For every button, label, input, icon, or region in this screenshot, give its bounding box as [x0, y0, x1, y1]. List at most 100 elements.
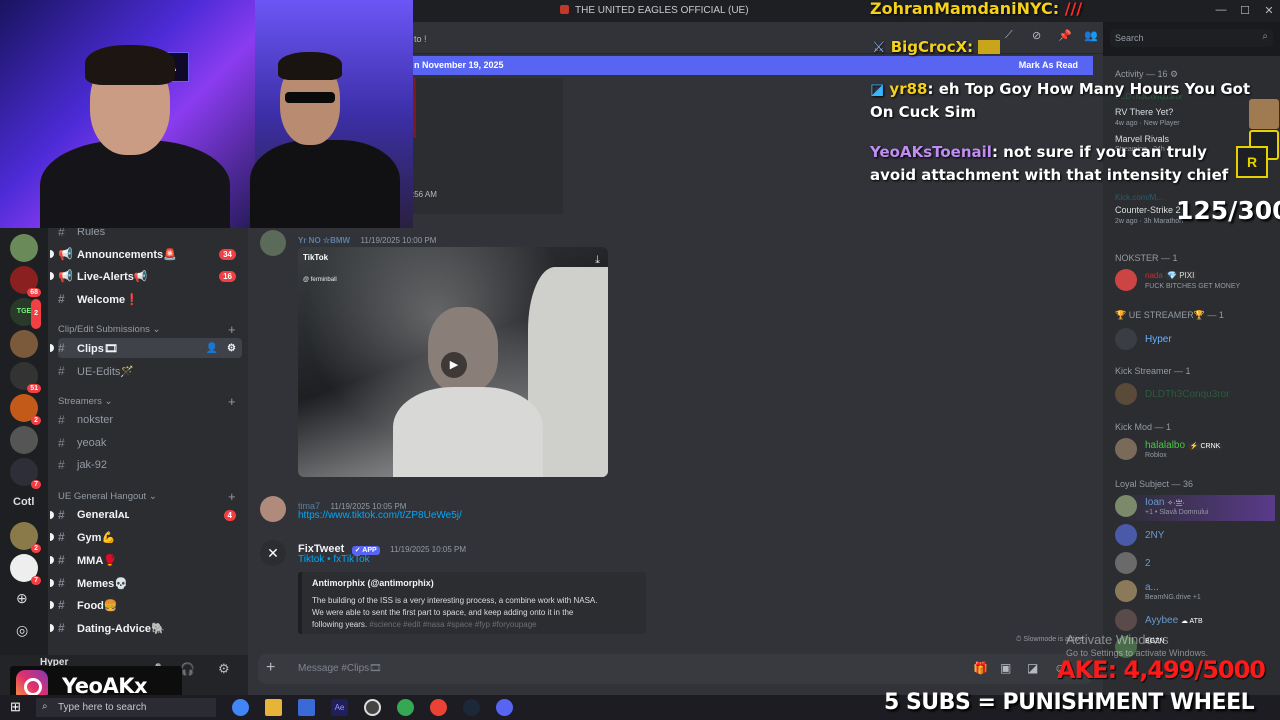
channel-gym[interactable]: # Gym💪 — [50, 527, 242, 547]
hash-icon: # — [58, 598, 65, 612]
role-header: 🏆 UE STREAMER🏆 — 1 — [1115, 310, 1224, 320]
server-icon[interactable] — [10, 426, 38, 454]
gear-icon[interactable]: ⚙ — [227, 343, 236, 354]
minimize-button[interactable]: — — [1210, 4, 1232, 16]
add-server-icon[interactable]: ⊕ — [16, 590, 28, 607]
member-item[interactable]: nada 💎 PIXI FUCK BITCHES GET MONEY — [1115, 269, 1275, 295]
notification-icon[interactable]: ⊘ — [1032, 29, 1041, 42]
server-icon[interactable]: 7 — [10, 458, 41, 489]
headphones-icon[interactable]: 🎧 — [180, 662, 195, 676]
server-folder-icon[interactable]: 51 — [10, 362, 41, 393]
member-list-icon[interactable]: 👥 — [1084, 29, 1098, 42]
maximize-button[interactable]: ☐ — [1234, 4, 1256, 17]
channel-rules[interactable]: # Rules — [58, 228, 242, 242]
create-channel-icon[interactable]: + — [228, 322, 236, 337]
play-icon[interactable]: ▶ — [441, 352, 467, 378]
search-box[interactable]: Search ⌕ — [1110, 29, 1273, 47]
role-header: NOKSTER — 1 — [1115, 253, 1178, 263]
message-composer[interactable]: + Message #Clips🎞 🎁 ▣ ◪ ☺ — [258, 654, 1093, 684]
channel-jak-92[interactable]: # jak-92 — [58, 455, 242, 475]
channel-welcome[interactable]: # Welcome❗ — [58, 289, 242, 309]
sticker-icon[interactable]: ◪ — [1027, 661, 1038, 675]
embed-author[interactable]: Antimorphix (@antimorphix) — [312, 578, 434, 588]
discover-icon[interactable]: ◎ — [16, 622, 28, 639]
message-time: 11/19/2025 10:05 PM — [390, 545, 467, 554]
message-author[interactable]: Yr NO ☆BMW — [298, 236, 350, 245]
server-icon[interactable] — [10, 234, 38, 262]
member-item[interactable]: 2 — [1115, 552, 1275, 578]
hash-icon: # — [58, 621, 65, 635]
channel-announcements[interactable]: 📢 Announcements🚨 34 — [50, 244, 242, 264]
settings-gear-icon[interactable]: ⚙ — [218, 661, 230, 677]
member-item[interactable]: 2NY — [1115, 524, 1275, 550]
add-attachment-icon[interactable]: + — [266, 659, 275, 677]
server-icon[interactable] — [10, 330, 38, 358]
create-channel-icon[interactable]: + — [228, 394, 236, 409]
channel-mma[interactable]: # MMA🥊 — [50, 550, 242, 570]
channel-nokster[interactable]: # nokster — [58, 410, 242, 430]
chrome-icon[interactable] — [232, 699, 249, 716]
channel-name: MMA🥊 — [77, 554, 117, 567]
create-channel-icon[interactable]: + — [228, 489, 236, 504]
avatar[interactable] — [260, 230, 286, 256]
pin-icon[interactable]: 📌 — [1058, 29, 1072, 42]
download-icon[interactable]: ⤓ — [595, 254, 600, 267]
server-badge: 7 — [31, 480, 41, 489]
close-button[interactable]: ✕ — [1258, 4, 1280, 17]
threads-icon[interactable]: ⟋ — [1005, 29, 1013, 42]
new-messages-bar[interactable]: n November 19, 2025 Mark As Read — [408, 56, 1093, 75]
file-explorer-icon[interactable] — [265, 699, 282, 716]
category-streamers[interactable]: Streamers ⌄ — [58, 396, 112, 407]
hash-icon: # — [58, 364, 65, 378]
store-icon[interactable] — [298, 699, 315, 716]
gift-icon[interactable]: 🎁 — [973, 661, 988, 675]
member-item[interactable]: Ioan ✧·亗· +1 • Slavă Domnului — [1115, 495, 1275, 521]
streamer-figure — [278, 52, 342, 80]
windows-start-icon[interactable]: ⊞ — [10, 699, 21, 715]
discord-icon[interactable] — [496, 699, 513, 716]
invite-icon[interactable]: 👤 — [206, 343, 218, 354]
embed-provider[interactable]: Tiktok • fxTikTok — [298, 554, 370, 565]
taskbar-search[interactable]: ⌕ Type here to search — [36, 698, 216, 717]
channel-clips[interactable]: # Clips🎞 👤 ⚙ — [50, 338, 242, 358]
message-link[interactable]: https://www.tiktok.com/t/ZP8UeWe5j/ — [298, 510, 462, 521]
fixtweet-avatar[interactable]: ✕ — [260, 540, 286, 566]
member-item[interactable]: DLDTh3Conqu3ror — [1115, 383, 1275, 409]
channel-ue-edits[interactable]: # UE-Edits🪄 — [58, 361, 242, 381]
avatar — [1115, 580, 1137, 602]
category-clips[interactable]: Clip/Edit Submissions ⌄ — [58, 324, 160, 335]
channel-dating-advice[interactable]: # Dating-Advice🐘 — [50, 618, 242, 638]
channel-name: Gym💪 — [77, 531, 116, 544]
steam-icon[interactable] — [463, 699, 480, 716]
member-item[interactable]: halalalbo ⚡ CRNK Roblox — [1115, 438, 1275, 464]
server-icon[interactable]: TGE 2 — [10, 298, 41, 329]
chrome-icon[interactable] — [430, 699, 447, 716]
gif-icon[interactable]: ▣ — [1000, 661, 1011, 675]
server-icon[interactable]: 68 — [10, 266, 41, 297]
mention-count: 16 — [219, 270, 236, 282]
video-attachment[interactable]: TikTok @ ferminball ⤓ ▶ — [298, 247, 608, 477]
mention-count: 34 — [219, 248, 236, 260]
member-item[interactable]: Hyper — [1115, 328, 1275, 354]
member-item[interactable]: a... BeamNG.drive +1 — [1115, 580, 1275, 606]
window-title: THE UNITED EAGLES OFFICIAL (UE) — [560, 5, 749, 16]
server-label[interactable]: Cotl — [13, 496, 34, 508]
channel-yeoak[interactable]: # yeoak — [58, 433, 242, 453]
avatar[interactable] — [260, 496, 286, 522]
server-icon[interactable]: 7 — [10, 554, 41, 585]
server-icon[interactable]: 2 — [10, 394, 41, 425]
obs-icon[interactable] — [364, 699, 381, 716]
activity-title: Counter-Strike 2 — [1115, 205, 1181, 215]
chrome-icon[interactable] — [397, 699, 414, 716]
server-icon[interactable]: 2 — [10, 522, 41, 553]
member-status: BeamNG.drive +1 — [1145, 594, 1201, 601]
channel-memes[interactable]: # Memes💀 — [50, 573, 242, 593]
channel-live-alerts[interactable]: 📢 Live-Alerts📢 16 — [50, 266, 242, 286]
streamer-figure — [250, 140, 400, 228]
channel-name: Food🍔 — [77, 599, 118, 612]
mark-as-read-button[interactable]: Mark As Read — [1019, 60, 1078, 70]
channel-general[interactable]: # Generalᴀʟ 4 — [50, 505, 242, 525]
after-effects-icon[interactable]: Ae — [331, 699, 348, 716]
channel-food[interactable]: # Food🍔 — [50, 595, 242, 615]
category-hangout[interactable]: UE General Hangout ⌄ — [58, 491, 157, 502]
